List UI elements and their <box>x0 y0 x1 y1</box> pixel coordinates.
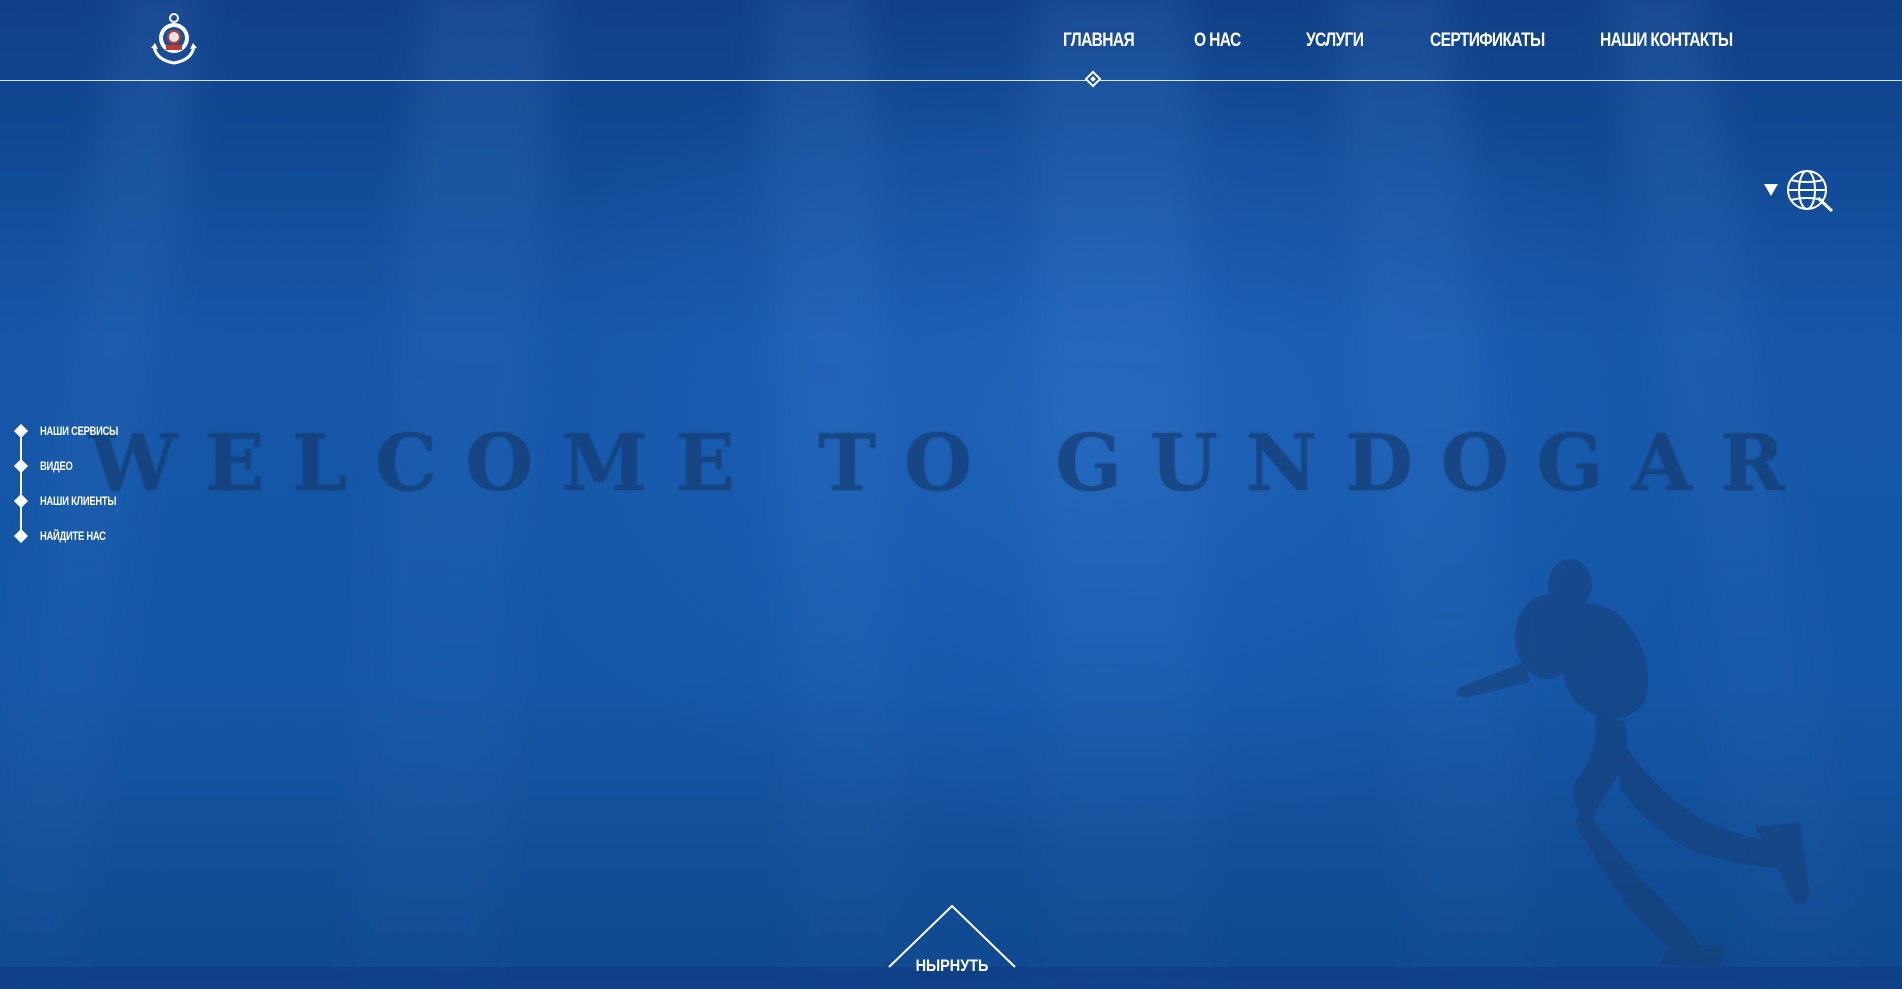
triangle-down-icon <box>1764 184 1778 196</box>
nav-item-about[interactable]: О НАС <box>1194 30 1241 52</box>
active-nav-marker <box>1084 70 1102 88</box>
globe-icon <box>1787 170 1834 213</box>
nav-item-contacts[interactable]: НАШИ КОНТАКТЫ <box>1600 30 1733 52</box>
scroll-button-label: НЫРНУТЬ <box>915 956 989 975</box>
logo[interactable] <box>150 12 198 66</box>
site-header: ГЛАВНАЯ О НАС УСЛУГИ СЕРТИФИКАТЫ НАШИ КО… <box>0 0 1902 88</box>
side-nav-label: ВИДЕО <box>40 459 73 473</box>
nav-item-certificates[interactable]: СЕРТИФИКАТЫ <box>1430 30 1545 52</box>
side-nav-label: НАШИ СЕРВИСЫ <box>40 424 119 438</box>
language-selector[interactable] <box>1762 168 1834 213</box>
scuba-diver-image <box>1455 559 1810 967</box>
side-nav-line <box>20 432 22 538</box>
diamond-bullet-icon <box>13 528 29 544</box>
nav-item-home[interactable]: ГЛАВНАЯ <box>1063 30 1135 52</box>
hero-title: WELCOME TO GUNDOGAR <box>89 418 1813 510</box>
header-divider <box>0 80 1902 81</box>
dive-scroll-button[interactable]: НЫРНУТЬ <box>887 904 1017 984</box>
nav-item-services[interactable]: УСЛУГИ <box>1306 30 1364 52</box>
side-nav-label: НАЙДИТЕ НАС <box>40 529 106 543</box>
side-nav-label: НАШИ КЛИЕНТЫ <box>40 494 117 508</box>
anchor-diving-helmet-logo-icon <box>151 13 197 65</box>
